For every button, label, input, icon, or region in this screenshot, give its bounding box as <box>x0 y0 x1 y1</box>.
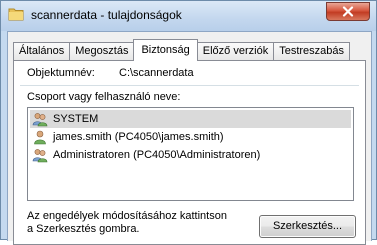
permissions-hint: Az engedélyek módosításához kattintson a… <box>27 210 227 236</box>
close-button[interactable] <box>326 2 370 21</box>
hint-line-2: a Szerkesztés gombra. <box>27 223 140 235</box>
properties-window: scannerdata - tulajdonságok Általános Me… <box>0 0 377 245</box>
group-icon <box>32 149 48 163</box>
object-name-value: C:\scannerdata <box>119 67 194 79</box>
group-or-user-label: Csoport vagy felhasználó neve: <box>27 91 181 103</box>
dialog-content: Általános Megosztás Biztonság Előző verz… <box>7 31 372 245</box>
tab-previous-versions[interactable]: Előző verziók <box>196 42 275 61</box>
edit-button[interactable]: Szerkesztés... <box>259 215 356 238</box>
divider <box>20 85 359 86</box>
list-item[interactable]: SYSTEM <box>30 110 351 128</box>
tab-general[interactable]: Általános <box>13 42 71 61</box>
user-icon <box>34 130 46 145</box>
principal-name: james.smith (PC4050\james.smith) <box>53 131 224 143</box>
security-panel: Objektumnév: C:\scannerdata Csoport vagy… <box>13 60 366 245</box>
folder-icon <box>8 8 24 21</box>
hint-line-1: Az engedélyek módosításához kattintson <box>27 210 227 222</box>
list-item[interactable]: james.smith (PC4050\james.smith) <box>30 128 351 146</box>
tab-sharing[interactable]: Megosztás <box>69 42 135 61</box>
close-icon <box>342 6 354 17</box>
tab-security[interactable]: Biztonság <box>133 39 198 61</box>
list-item[interactable]: Administratoren (PC4050\Administratoren) <box>30 146 351 164</box>
title-bar[interactable]: scannerdata - tulajdonságok <box>1 1 376 31</box>
principal-name: SYSTEM <box>53 113 99 125</box>
group-icon <box>32 113 48 127</box>
window-title: scannerdata - tulajdonságok <box>31 8 182 22</box>
principal-name: Administratoren (PC4050\Administratoren) <box>53 149 261 161</box>
tab-strip: Általános Megosztás Biztonság Előző verz… <box>13 39 351 61</box>
object-name-label: Objektumnév: <box>27 67 95 79</box>
tab-customize[interactable]: Testreszabás <box>273 42 351 61</box>
principals-list[interactable]: SYSTEM james.smith (PC4050\james.smith) <box>27 107 354 201</box>
